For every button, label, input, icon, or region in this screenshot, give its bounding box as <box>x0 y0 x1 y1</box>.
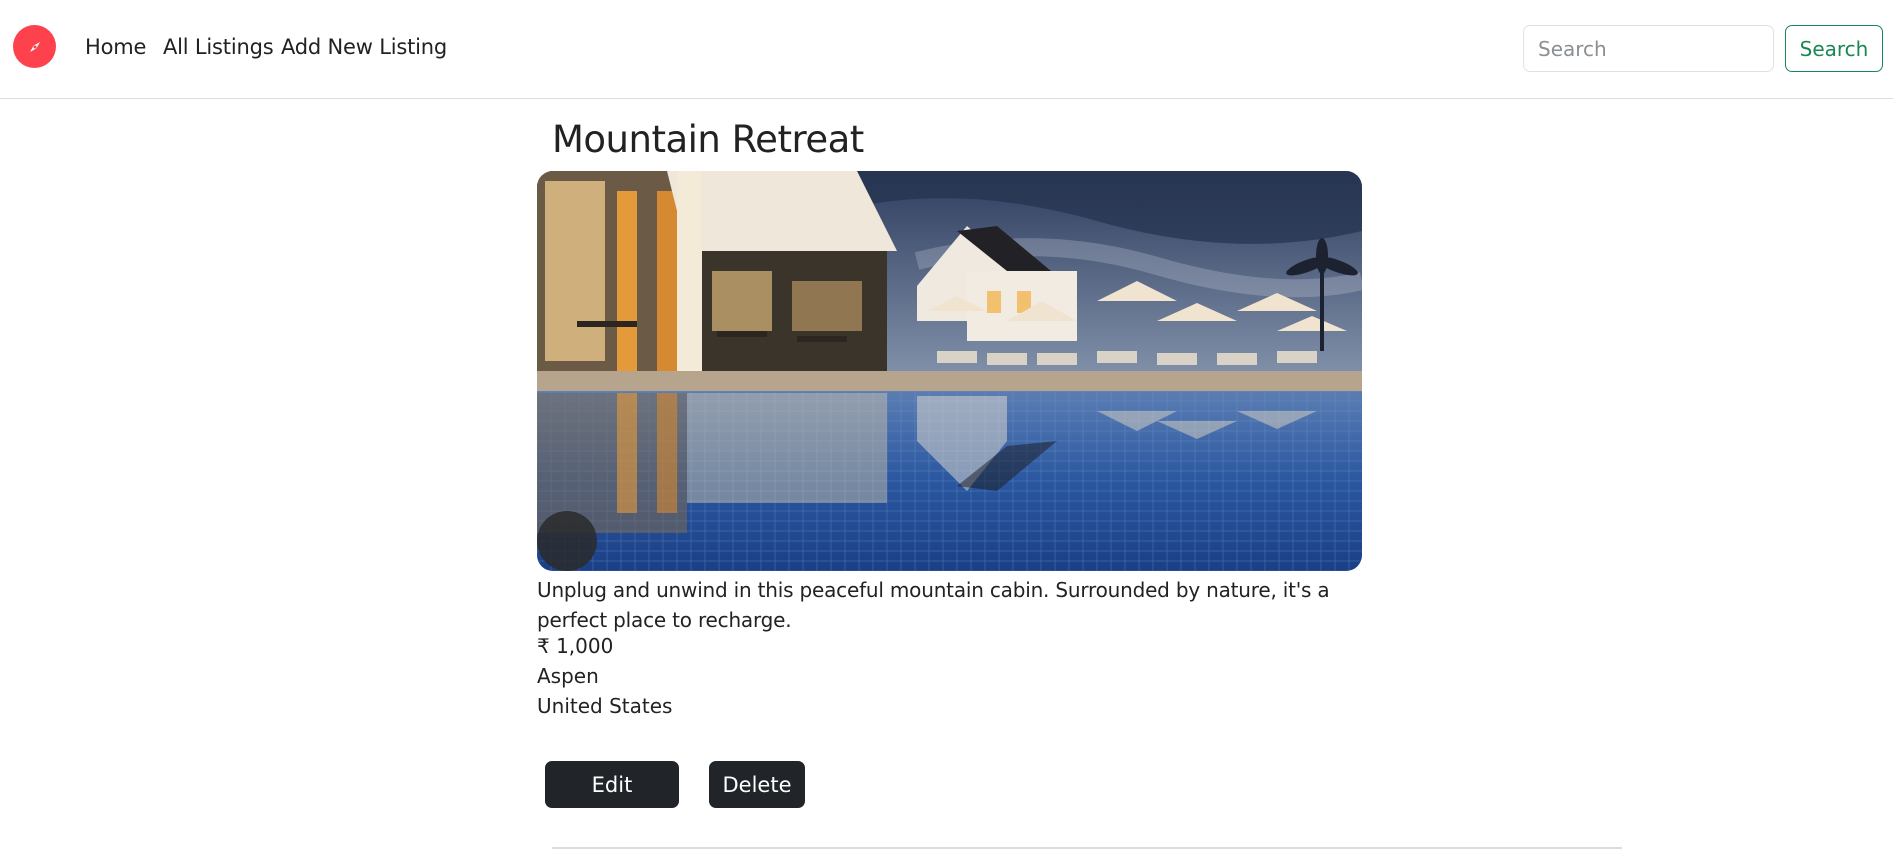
nav-add-listing-link[interactable]: Add New Listing <box>281 35 447 59</box>
listing-description: Unplug and unwind in this peaceful mount… <box>537 578 1330 632</box>
navbar: Home All Listings Add New Listing Search <box>0 0 1893 99</box>
delete-button[interactable]: Delete <box>709 761 805 808</box>
compass-icon[interactable] <box>13 25 56 68</box>
nav-all-listings-link[interactable]: All Listings <box>163 35 274 59</box>
edit-button[interactable]: Edit <box>545 761 679 808</box>
nav-home-link[interactable]: Home <box>85 35 146 59</box>
search-input[interactable] <box>1523 25 1774 72</box>
listing-title: Mountain Retreat <box>552 118 864 161</box>
listing-image-illustration <box>537 171 1362 571</box>
search-button[interactable]: Search <box>1785 25 1883 72</box>
listing-image <box>537 171 1362 571</box>
divider <box>552 847 1622 849</box>
listing-country: United States <box>537 694 673 718</box>
listing-location: Aspen <box>537 664 599 688</box>
listing-price: ₹ 1,000 <box>537 634 614 658</box>
